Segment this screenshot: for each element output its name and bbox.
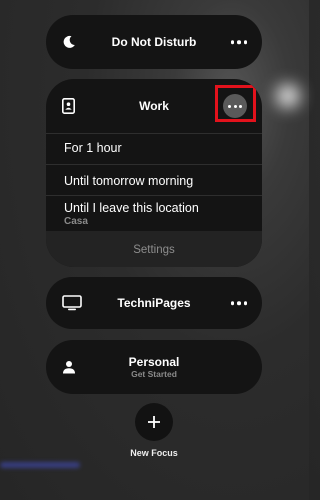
plus-icon bbox=[147, 409, 161, 435]
more-dot bbox=[243, 301, 247, 305]
more-dot bbox=[230, 301, 234, 305]
highlight-annotation bbox=[215, 85, 256, 122]
divider bbox=[46, 133, 262, 134]
divider bbox=[46, 195, 262, 196]
more-dot bbox=[230, 40, 234, 44]
focus-subtitle: Get Started bbox=[131, 369, 177, 379]
new-focus-label: New Focus bbox=[130, 448, 178, 458]
focus-do-not-disturb[interactable]: Do Not Disturb bbox=[46, 15, 262, 69]
option-for-1-hour[interactable]: For 1 hour bbox=[46, 141, 262, 155]
settings-button[interactable]: Settings bbox=[46, 231, 262, 267]
focus-work-header[interactable]: Work bbox=[46, 79, 262, 133]
more-options-button[interactable] bbox=[230, 40, 247, 44]
more-dot bbox=[243, 40, 247, 44]
background-blur-light bbox=[276, 84, 300, 108]
focus-work[interactable]: Work For 1 hour Until tomorrow morning U… bbox=[46, 79, 262, 267]
more-dot bbox=[237, 301, 241, 305]
background-blur-link bbox=[0, 462, 80, 468]
divider bbox=[46, 164, 262, 165]
new-focus-button[interactable] bbox=[135, 403, 173, 441]
focus-technipages[interactable]: TechniPages bbox=[46, 277, 262, 329]
option-until-tomorrow-morning[interactable]: Until tomorrow morning bbox=[46, 174, 262, 188]
focus-personal[interactable]: Personal Get Started bbox=[46, 340, 262, 394]
focus-label: Personal bbox=[128, 355, 180, 369]
option-location-name: Casa bbox=[64, 216, 88, 227]
more-options-button[interactable] bbox=[230, 301, 247, 305]
option-until-leave-location[interactable]: Until I leave this location bbox=[46, 201, 262, 215]
more-dot bbox=[237, 40, 241, 44]
